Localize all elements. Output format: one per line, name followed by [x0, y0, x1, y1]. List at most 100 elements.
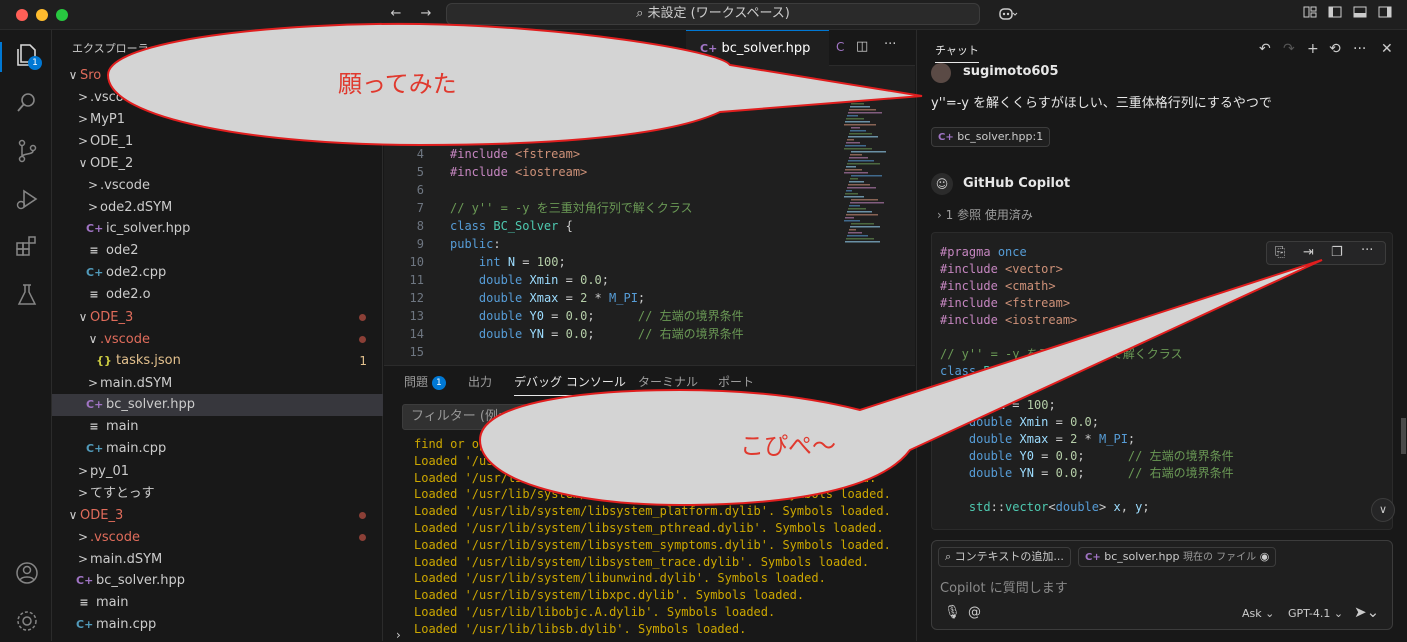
toggle-secondary-sidebar-icon[interactable]: [1377, 6, 1393, 22]
file-item[interactable]: ≡ ode2.o: [52, 284, 383, 306]
line-number: 12: [409, 291, 424, 305]
annotation-text-1: 願ってみた: [338, 70, 457, 98]
folder-item[interactable]: > py_01: [52, 460, 383, 482]
code-text: // y'' = -y を三重対角行列で解くクラス: [450, 201, 693, 215]
tab-problems[interactable]: 問題 1: [404, 373, 446, 391]
close-window-button[interactable]: [16, 9, 28, 21]
folder-item[interactable]: > .vscode: [52, 86, 383, 108]
more-icon[interactable]: ···: [1361, 243, 1373, 258]
filter-input[interactable]: フィルター (例: テキスト、!除外、\エスケープ): [402, 404, 702, 430]
folder-item[interactable]: > MyP1: [52, 108, 383, 130]
code-line: 9 public:: [384, 235, 844, 253]
insert-at-cursor-icon[interactable]: ⇥: [1303, 245, 1314, 260]
cpp-file-icon: C+: [1085, 552, 1101, 563]
folder-item[interactable]: ∨ Sro: [52, 64, 383, 86]
tab-bc-solver[interactable]: C+ bc_solver.hpp ●: [686, 30, 829, 91]
toggle-panel-icon[interactable]: [1352, 6, 1368, 22]
tree-item-label: ode2: [106, 243, 139, 258]
folder-item[interactable]: > .vscode: [52, 526, 383, 548]
layout-icon[interactable]: [1302, 6, 1318, 22]
paperclip-icon: ⌕: [945, 550, 952, 563]
file-item[interactable]: C+ main.cpp: [52, 438, 383, 460]
folder-item[interactable]: ∨ ODE_2: [52, 152, 383, 174]
more-actions-icon[interactable]: ···: [884, 37, 896, 52]
apply-in-editor-icon[interactable]: ⎘: [1275, 245, 1285, 260]
send-icon[interactable]: ➤⌄: [1354, 603, 1379, 621]
folder-item[interactable]: > ODE_1: [52, 130, 383, 152]
add-context-button[interactable]: ⌕ コンテキストの追加...: [938, 547, 1071, 567]
chat-input-box[interactable]: ⌕ コンテキストの追加... C+ bc_solver.hpp 現在の ファイル…: [931, 540, 1393, 630]
file-item[interactable]: C+ main.cpp: [52, 614, 383, 636]
file-item[interactable]: C+ ode2.cpp: [52, 262, 383, 284]
folder-item[interactable]: > てすとっす: [52, 482, 383, 504]
code-line: 7 // y'' = -y を三重対角行列で解くクラス: [384, 199, 844, 217]
code-view[interactable]: 4 #include <fstream> 5 #include <iostream> 6…: [384, 66, 915, 365]
new-chat-icon[interactable]: +: [1307, 41, 1319, 57]
file-item[interactable]: ≡ main: [52, 416, 383, 438]
explorer-icon[interactable]: 1: [14, 42, 42, 70]
history-icon[interactable]: ⟲: [1329, 41, 1341, 57]
folder-item[interactable]: > main.dSYM: [52, 548, 383, 570]
source-control-icon[interactable]: [14, 138, 40, 164]
minimize-window-button[interactable]: [36, 9, 48, 21]
mode-select[interactable]: Ask ⌄: [1242, 607, 1274, 620]
microphone-icon[interactable]: 🎙: [944, 605, 961, 620]
copilot-icon[interactable]: [996, 6, 1020, 22]
folder-item[interactable]: ∨ ODE_3: [52, 504, 383, 526]
context-file-pill[interactable]: C+ bc_solver.hpp 現在の ファイル ◉: [1078, 547, 1277, 567]
folder-item[interactable]: ∨ ODE_3: [52, 306, 383, 328]
references-toggle[interactable]: › 1 参照 使用済み: [937, 206, 1033, 223]
user-reference-pill[interactable]: C+ bc_solver.hpp:1: [931, 127, 1051, 147]
file-item[interactable]: C+ bc_solver.hpp: [52, 570, 383, 592]
folder-item[interactable]: > .vscode: [52, 174, 383, 196]
settings-gear-icon[interactable]: [14, 608, 40, 634]
split-editor-icon[interactable]: ◫: [856, 39, 868, 54]
close-icon[interactable]: ✕: [1381, 41, 1393, 57]
zoom-window-button[interactable]: [56, 9, 68, 21]
scrollbar-thumb[interactable]: [1401, 418, 1406, 454]
extensions-icon[interactable]: [14, 234, 40, 260]
tab-debug-console[interactable]: デバッグ コンソール: [514, 373, 626, 396]
folder-item[interactable]: ∨ .vscode: [52, 328, 383, 350]
folder-item[interactable]: > main.dSYM: [52, 372, 383, 394]
tab-output[interactable]: 出力: [468, 373, 492, 390]
user-name: sugimoto605: [963, 64, 1059, 79]
file-item[interactable]: ≡ ode2: [52, 240, 383, 262]
eye-icon[interactable]: ◉: [1260, 550, 1270, 563]
nav-back-icon[interactable]: ←: [388, 6, 404, 22]
tab-terminal[interactable]: ターミナル: [638, 373, 698, 390]
console-prompt-icon[interactable]: ›: [396, 628, 401, 642]
tree-item-label: .vscode: [100, 178, 150, 193]
file-item[interactable]: ≡ main: [52, 592, 383, 614]
search-icon: ⌕: [636, 6, 648, 21]
toggle-sidebar-icon[interactable]: [1327, 6, 1343, 22]
redo-icon[interactable]: ↷: [1283, 41, 1295, 57]
file-item[interactable]: C+ bc_solver.hpp: [52, 394, 383, 416]
testing-icon[interactable]: [14, 282, 40, 308]
scroll-down-button[interactable]: ∨: [1371, 498, 1395, 522]
chat-input-placeholder[interactable]: Copilot に質問します: [940, 577, 1068, 596]
model-select[interactable]: GPT-4.1 ⌄: [1288, 607, 1343, 620]
minimap[interactable]: [844, 100, 890, 250]
chevron-right-icon: ›: [937, 208, 942, 222]
cpp-file-icon[interactable]: C: [836, 40, 844, 54]
undo-icon[interactable]: ↶: [1259, 41, 1271, 57]
tab-ports[interactable]: ポート: [718, 373, 754, 390]
more-icon[interactable]: ···: [1353, 41, 1366, 57]
command-center-search[interactable]: ⌕ 未設定 (ワークスペース): [446, 3, 980, 25]
assistant-name: GitHub Copilot: [963, 176, 1071, 191]
output-line: find or op: [414, 437, 487, 451]
line-number: 14: [409, 327, 424, 341]
code-block-line: double YN = 0.0; // 右端の境界条件: [968, 466, 1234, 480]
copy-icon[interactable]: ❐: [1331, 245, 1343, 260]
account-icon[interactable]: [14, 560, 40, 586]
file-item[interactable]: {} tasks.json 1: [52, 350, 383, 372]
file-item[interactable]: C+ ic_solver.hpp: [52, 218, 383, 240]
nav-forward-icon[interactable]: →: [418, 6, 434, 22]
tree-item-label: .vscode: [90, 530, 140, 545]
folder-item[interactable]: > ode2.dSYM: [52, 196, 383, 218]
run-debug-icon[interactable]: [14, 186, 40, 212]
code-block[interactable]: #pragma once #include <vector> #include <c…: [931, 232, 1393, 530]
search-icon[interactable]: [14, 90, 40, 116]
mention-icon[interactable]: @: [968, 605, 981, 620]
